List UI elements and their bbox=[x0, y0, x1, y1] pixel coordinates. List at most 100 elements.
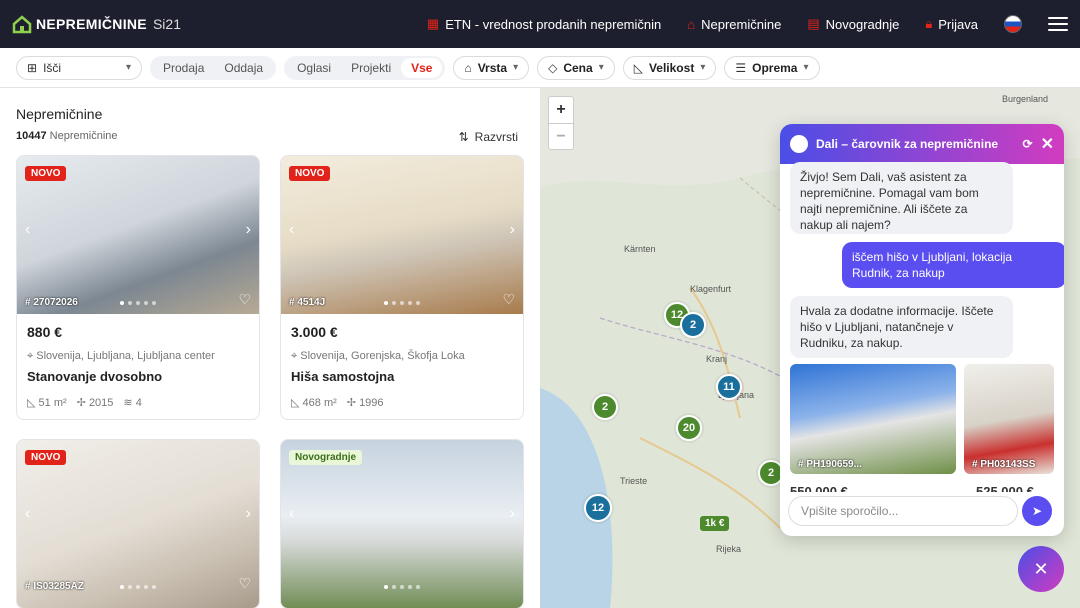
sliders-icon: ☰ bbox=[735, 60, 747, 75]
top-bar: NEPREMIČNINE Si21 ▦ ETN - vrednost proda… bbox=[0, 0, 1080, 48]
map-cluster[interactable]: 11 bbox=[716, 374, 742, 400]
map-label: Kärnten bbox=[624, 244, 656, 254]
chat-property-ref: # PH03143SS bbox=[972, 459, 1036, 470]
logo-house-icon bbox=[12, 15, 32, 34]
close-chat-fab[interactable]: ✕ bbox=[1018, 546, 1064, 592]
bot-message: Hvala za dodatne informacije. Iščete hiš… bbox=[790, 296, 1013, 358]
heart-icon[interactable]: ♡ bbox=[238, 575, 251, 592]
top-nav: ▦ ETN - vrednost prodanih nepremičnin ⌂ … bbox=[427, 15, 1068, 33]
chevron-left-icon[interactable]: ‹ bbox=[25, 221, 30, 239]
source-toggle: Oglasi Projekti Vse bbox=[284, 55, 446, 80]
listing-photo[interactable]: Novogradnje ‹ › bbox=[281, 440, 523, 608]
listing-location-text: Slovenija, Gorenjska, Škofja Loka bbox=[300, 350, 465, 362]
map-zoom-control: + − bbox=[548, 96, 574, 150]
send-icon[interactable]: ➤ bbox=[1022, 496, 1052, 526]
listing-photo[interactable]: NOVO ‹ › # 27072026 ♡ bbox=[17, 156, 259, 314]
listing-card[interactable]: NOVO ‹ › # 27072026 ♡ 880 € ⌖ Slovenija,… bbox=[16, 155, 260, 420]
layers-icon: ≋ bbox=[123, 397, 133, 409]
calculator-icon: ▦ bbox=[426, 16, 440, 31]
chevron-right-icon[interactable]: › bbox=[246, 505, 251, 523]
sale-option-oddaja[interactable]: Oddaja bbox=[214, 58, 273, 78]
map-cluster[interactable]: 12 bbox=[584, 494, 612, 522]
new-badge: NOVO bbox=[25, 450, 67, 465]
year-icon: ✢ bbox=[346, 397, 356, 409]
map-label: Burgenland bbox=[1002, 94, 1049, 104]
home-icon: ⌂ bbox=[464, 60, 472, 75]
year-icon: ✢ bbox=[76, 397, 86, 409]
chevron-right-icon[interactable]: › bbox=[510, 221, 515, 239]
zoom-out-button[interactable]: − bbox=[549, 123, 573, 149]
map-label: Klagenfurt bbox=[690, 284, 732, 294]
nav-etn[interactable]: ▦ ETN - vrednost prodanih nepremičnin bbox=[427, 16, 661, 32]
nav-etn-label: ETN - vrednost prodanih nepremičnin bbox=[445, 16, 662, 32]
listing-location: ⌖ Slovenija, Ljubljana, Ljubljana center bbox=[27, 350, 249, 363]
nav-novogradnje[interactable]: ▤ Novogradnje bbox=[807, 16, 899, 32]
refresh-icon[interactable]: ⟳ bbox=[1023, 137, 1033, 151]
language-flag-icon[interactable] bbox=[1004, 15, 1022, 33]
chat-widget: Dali – čarovnik za nepremičnine ⟳ ✕ Živj… bbox=[780, 124, 1064, 536]
area-icon: ◺ bbox=[291, 397, 300, 409]
equipment-filter[interactable]: ☰ Oprema ▾ bbox=[724, 55, 820, 80]
chevron-right-icon[interactable]: › bbox=[510, 505, 515, 523]
listing-photo[interactable]: NOVO ‹ › # IS03285AZ ♡ bbox=[17, 440, 259, 608]
source-option-projekti[interactable]: Projekti bbox=[341, 58, 401, 78]
photo-dots bbox=[120, 585, 156, 589]
heart-icon[interactable]: ♡ bbox=[502, 291, 515, 308]
search-dropdown-label: Išči bbox=[43, 60, 62, 75]
map-cluster[interactable]: 20 bbox=[676, 415, 702, 441]
price-filter[interactable]: ◇ Cena ▾ bbox=[537, 55, 615, 80]
chevron-left-icon[interactable]: ‹ bbox=[25, 505, 30, 523]
zoom-in-button[interactable]: + bbox=[549, 97, 573, 123]
map-cluster[interactable]: 2 bbox=[592, 394, 618, 420]
sort-label: Razvrsti bbox=[474, 130, 518, 144]
source-option-oglasi[interactable]: Oglasi bbox=[287, 58, 341, 78]
sort-button[interactable]: ⇅ Razvrsti bbox=[459, 130, 518, 144]
logo-text: NEPREMIČNINE bbox=[36, 16, 147, 32]
hamburger-menu-icon[interactable] bbox=[1048, 17, 1068, 31]
listing-card[interactable]: NOVO ‹ › # IS03285AZ ♡ bbox=[16, 439, 260, 608]
chat-input[interactable]: Vpišite sporočilo... bbox=[788, 496, 1018, 526]
chevron-left-icon[interactable]: ‹ bbox=[289, 505, 294, 523]
photo-dots bbox=[384, 585, 420, 589]
user-message: iščem hišo v Ljubljani, lokacija Rudnik,… bbox=[842, 242, 1064, 288]
logo[interactable]: NEPREMIČNINE Si21 bbox=[12, 14, 181, 34]
source-option-vse[interactable]: Vse bbox=[401, 57, 443, 78]
nav-prijava-label: Prijava bbox=[938, 16, 978, 32]
map-cluster[interactable]: 2 bbox=[680, 312, 706, 338]
lock-icon: 🔒︎ bbox=[925, 16, 933, 31]
chat-property-card[interactable]: # PH190659... bbox=[790, 364, 956, 474]
nav-nepremicnine[interactable]: ⌂ Nepremičnine bbox=[687, 17, 781, 32]
assistant-avatar-icon bbox=[790, 135, 808, 153]
heart-icon[interactable]: ♡ bbox=[238, 291, 251, 308]
chat-property-price: 550.000 € bbox=[790, 484, 848, 492]
photo-dots bbox=[120, 301, 156, 305]
tag-icon: ◇ bbox=[548, 60, 558, 75]
price-filter-label: Cena bbox=[563, 60, 593, 75]
listing-year: 2015 bbox=[88, 397, 114, 409]
nav-prijava[interactable]: 🔒︎ Prijava bbox=[925, 16, 978, 32]
bot-message: Živjo! Sem Dali, vaš asistent za nepremi… bbox=[790, 162, 1013, 234]
chat-header: Dali – čarovnik za nepremičnine ⟳ ✕ bbox=[780, 124, 1064, 164]
sale-option-prodaja[interactable]: Prodaja bbox=[153, 58, 214, 78]
chat-property-card[interactable]: # PH03143SS bbox=[964, 364, 1054, 474]
pin-icon: ⌖ bbox=[27, 350, 34, 362]
chevron-right-icon[interactable]: › bbox=[246, 221, 251, 239]
home-icon: ⌂ bbox=[687, 16, 696, 32]
listing-area: 468 m² bbox=[302, 397, 337, 409]
close-icon[interactable]: ✕ bbox=[1041, 134, 1054, 154]
map-label: Kranj bbox=[706, 354, 728, 364]
size-filter[interactable]: ◺ Velikost ▾ bbox=[622, 55, 717, 80]
map-label: Rijeka bbox=[716, 544, 742, 554]
chevron-left-icon[interactable]: ‹ bbox=[289, 221, 294, 239]
building-icon: ▤ bbox=[807, 16, 820, 31]
chevron-down-icon: ▾ bbox=[803, 62, 809, 73]
listing-card[interactable]: NOVO ‹ › # 4514J ♡ 3.000 € ⌖ Slovenija, … bbox=[280, 155, 524, 420]
listing-photo[interactable]: NOVO ‹ › # 4514J ♡ bbox=[281, 156, 523, 314]
listing-card[interactable]: Novogradnje ‹ › bbox=[280, 439, 524, 608]
search-dropdown[interactable]: ⊞ Išči ▾ bbox=[16, 55, 142, 80]
listing-ref: # IS03285AZ bbox=[25, 581, 84, 592]
type-filter[interactable]: ⌂ Vrsta ▾ bbox=[453, 55, 530, 80]
map-price-tag[interactable]: 1k € bbox=[700, 516, 730, 531]
chat-property-price: 525.000 € bbox=[976, 484, 1034, 492]
logo-suffix: Si21 bbox=[152, 16, 181, 32]
